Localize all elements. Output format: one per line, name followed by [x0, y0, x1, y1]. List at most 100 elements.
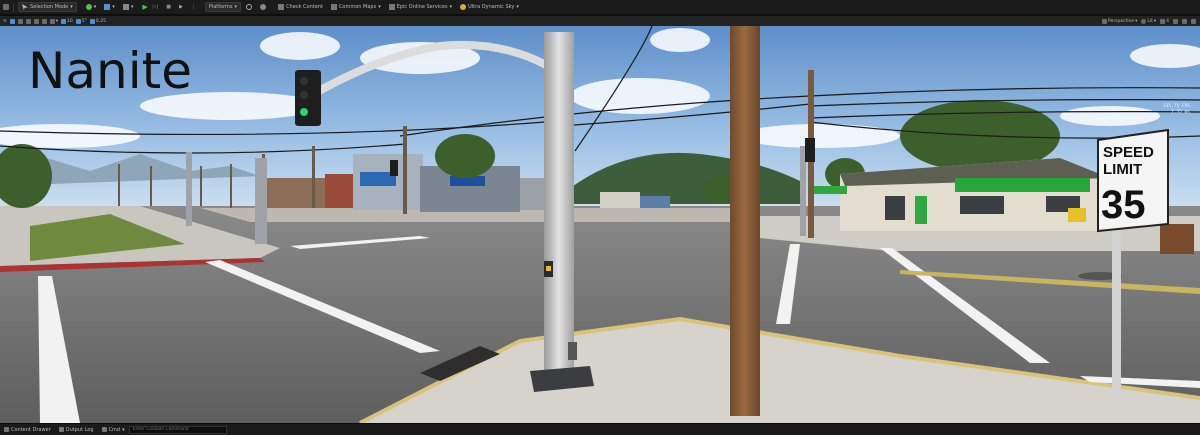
chevron-down-icon: ▾: [70, 4, 73, 10]
content-drawer-label: Content Drawer: [11, 426, 51, 433]
sun-icon: [460, 4, 467, 10]
editor-window: Selection Mode ▾ ▾ ▾ ▾ ▶ ▷| ■ ▶ ⋮ Platfo…: [0, 0, 1200, 435]
speed-sign-number: 35: [1101, 183, 1146, 227]
speed-icon: [1160, 18, 1166, 24]
camera-speed-value: 4: [1166, 18, 1169, 24]
world-local-icon[interactable]: [41, 18, 47, 24]
sky-label: Ultra Dynamic Sky: [468, 4, 515, 10]
scale-snap-button[interactable]: 0.25: [89, 18, 106, 24]
settings-icon[interactable]: [1191, 18, 1196, 24]
gear-icon: [246, 4, 253, 10]
check-icon: [278, 4, 285, 10]
save-icon[interactable]: [3, 4, 9, 10]
speed-sign-line2: LIMIT: [1103, 161, 1142, 178]
main-signal-pole: [544, 32, 574, 380]
surface-snap-button[interactable]: ▾: [49, 18, 58, 24]
step-button[interactable]: ▷|: [150, 2, 162, 12]
selection-mode-label: Selection Mode: [30, 4, 69, 10]
toolbar-separator: [13, 2, 14, 12]
sky-button[interactable]: Ultra Dynamic Sky ▾: [457, 2, 522, 12]
play-options-button[interactable]: ▶: [176, 2, 186, 12]
traffic-light-green: [300, 108, 308, 116]
source-control-icon: [260, 4, 267, 10]
maximize-icon[interactable]: [1182, 18, 1187, 24]
platforms-label: Platforms: [208, 4, 233, 10]
perspective-label: Perspective: [1108, 18, 1135, 24]
lightbulb-icon: [1141, 18, 1147, 24]
perspective-button[interactable]: Perspective ▾: [1102, 18, 1137, 24]
scale-icon: [89, 18, 95, 24]
more-options-icon[interactable]: ⋮: [188, 2, 199, 12]
traffic-light-yellow: [300, 91, 308, 99]
wooden-utility-pole: [730, 26, 760, 416]
chevron-down-icon: ▾: [516, 4, 519, 10]
viewport-toolbar: ≡ ▾ 10 5° 0.25 Perspective ▾ Lit ▾ 4: [0, 16, 1200, 26]
status-bar: Content Drawer Output Log Cmd ▾: [0, 423, 1200, 435]
pole-box: [568, 342, 577, 360]
camera-speed-button[interactable]: 4: [1160, 18, 1169, 24]
viewport-menu-button[interactable]: ≡: [3, 19, 7, 24]
output-log-icon: [58, 427, 64, 432]
lit-button[interactable]: Lit ▾: [1141, 18, 1156, 24]
content-drawer-icon: [4, 427, 9, 432]
epic-icon: [388, 4, 395, 10]
speed-sign-post: [1112, 226, 1121, 396]
grid-snap-value: 10: [67, 18, 73, 24]
chevron-down-icon: ▾: [93, 4, 97, 10]
select-tool-icon[interactable]: [9, 18, 15, 24]
play-icon[interactable]: ▶: [142, 3, 147, 11]
cursor-icon: [22, 4, 28, 10]
blueprint-button[interactable]: ▾: [101, 2, 118, 12]
online-services-button[interactable]: Epic Online Services ▾: [386, 2, 455, 12]
grid-icon: [61, 18, 67, 24]
common-maps-button[interactable]: Common Maps ▾: [328, 2, 384, 12]
content-drawer-button[interactable]: Content Drawer: [0, 427, 55, 433]
stop-button[interactable]: ■: [163, 2, 174, 12]
terminal-icon: [101, 427, 107, 432]
traffic-light-distant: [805, 138, 815, 162]
rotation-snap-value: 5°: [81, 18, 87, 24]
cmd-dropdown[interactable]: Cmd ▾: [98, 427, 129, 433]
level-viewport[interactable]: SPEED LIMIT 35 Nanite 135.75 FPS 7.55 ms: [0, 26, 1200, 423]
common-maps-label: Common Maps: [338, 4, 377, 10]
traffic-light-red: [300, 77, 308, 85]
rotation-snap-button[interactable]: 5°: [75, 18, 87, 24]
scale-snap-value: 0.25: [95, 18, 106, 24]
clapper-icon: [122, 4, 129, 10]
rotate-tool-icon[interactable]: [25, 18, 31, 24]
check-content-button[interactable]: Check Content: [275, 2, 326, 12]
output-log-button[interactable]: Output Log: [55, 427, 98, 433]
console-command-input[interactable]: [128, 425, 227, 434]
chevron-down-icon: ▾: [122, 426, 125, 433]
chevron-down-icon: ▾: [112, 4, 115, 10]
platforms-dropdown[interactable]: Platforms ▾: [204, 2, 242, 12]
grid-snap-button[interactable]: 10: [61, 18, 73, 24]
chevron-down-icon: ▾: [378, 4, 381, 10]
chevron-down-icon: ▾: [449, 4, 453, 10]
camera-icon: [1102, 18, 1107, 24]
snap-icon: [49, 18, 55, 24]
online-services-label: Epic Online Services: [396, 4, 448, 10]
show-flags-icon[interactable]: [1173, 18, 1178, 24]
move-tool-icon[interactable]: [17, 18, 23, 24]
cinematics-button[interactable]: ▾: [120, 2, 137, 12]
selection-mode-dropdown[interactable]: Selection Mode ▾: [18, 2, 77, 12]
blueprint-icon: [104, 4, 111, 10]
cmd-label: Cmd: [108, 426, 121, 433]
stats-overlay: 135.75 FPS 7.55 ms: [1163, 104, 1190, 116]
overlay-title: Nanite: [28, 42, 192, 100]
source-control-button[interactable]: [257, 2, 269, 12]
add-content-button[interactable]: ▾: [83, 2, 100, 12]
pedestrian-button-light: [546, 266, 551, 271]
settings-button[interactable]: [243, 2, 255, 12]
traffic-light-distant-2: [390, 160, 398, 176]
main-toolbar: Selection Mode ▾ ▾ ▾ ▾ ▶ ▷| ■ ▶ ⋮ Platfo…: [0, 0, 1200, 14]
chevron-down-icon: ▾: [234, 4, 238, 10]
traffic-light-housing: [295, 70, 321, 126]
chevron-down-icon: ▾: [130, 4, 134, 10]
map-icon: [330, 4, 337, 10]
check-content-label: Check Content: [286, 4, 323, 10]
stats-ms: 7.55 ms: [1171, 110, 1190, 115]
scale-tool-icon[interactable]: [33, 18, 39, 24]
angle-icon: [75, 18, 81, 24]
